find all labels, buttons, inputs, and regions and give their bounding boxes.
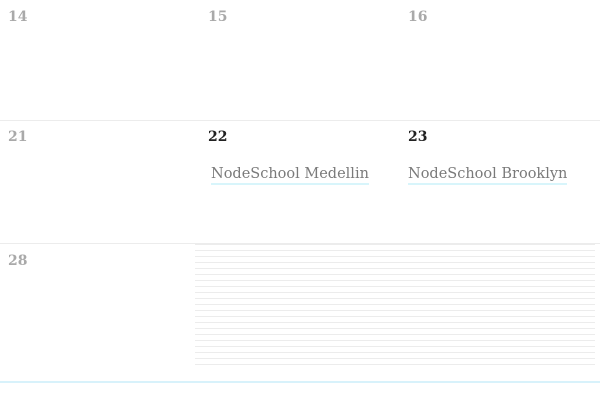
day-number: 22 xyxy=(208,129,228,145)
week-row: 28 xyxy=(0,244,600,383)
day-cell: 28 xyxy=(0,244,195,381)
day-number: 28 xyxy=(8,253,28,269)
empty-days-placeholder xyxy=(195,244,595,369)
day-number: 14 xyxy=(8,9,28,25)
event-link[interactable]: NodeSchool Medellin xyxy=(211,166,369,185)
day-number: 16 xyxy=(408,9,428,25)
week-row: 21 22 NodeSchool Medellin 23 NodeSchool Br… xyxy=(0,120,600,244)
day-number: 23 xyxy=(408,129,428,145)
day-cell: 21 xyxy=(0,120,195,243)
day-cell: 15 xyxy=(203,0,398,120)
day-cell: 14 xyxy=(0,0,195,120)
day-cell: 22 NodeSchool Medellin xyxy=(203,120,398,243)
day-cell: 23 NodeSchool Brooklyn xyxy=(400,120,600,243)
day-number: 15 xyxy=(208,9,228,25)
day-number: 21 xyxy=(8,129,28,145)
event-link[interactable]: NodeSchool Brooklyn xyxy=(408,166,568,185)
week-row: 14 15 16 xyxy=(0,0,600,121)
day-cell: 16 xyxy=(400,0,600,120)
